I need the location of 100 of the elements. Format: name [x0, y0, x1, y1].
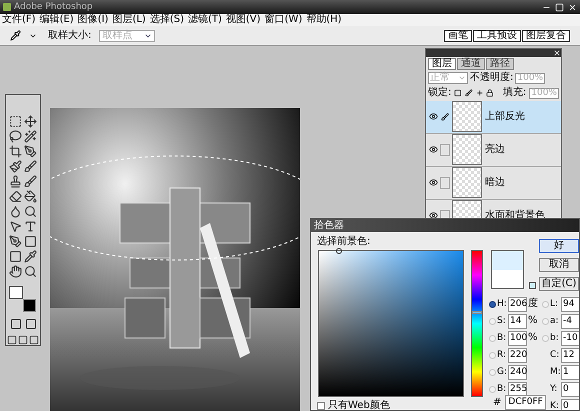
hand-icon[interactable]	[9, 265, 22, 278]
dialog-title: 拾色器	[314, 220, 344, 230]
field-label: B:	[497, 384, 507, 394]
unit-label: 度	[528, 299, 538, 309]
lock-transparency-icon[interactable]	[454, 89, 462, 98]
drop-icon[interactable]	[9, 205, 22, 218]
color-preview	[491, 250, 524, 289]
layer-row[interactable]: 亮边	[426, 134, 561, 167]
value-field[interactable]: 1	[561, 364, 579, 380]
eye-icon[interactable]	[428, 211, 438, 220]
sample-size-label: 取样大小:	[48, 30, 92, 40]
crop-icon[interactable]	[9, 145, 22, 158]
pointer-icon[interactable]	[9, 220, 22, 233]
lock-label: 锁定:	[428, 88, 452, 98]
hue-slider[interactable]	[471, 250, 483, 397]
layer-thumbnail	[452, 167, 482, 198]
marquee-icon[interactable]	[9, 115, 22, 128]
menu-item[interactable]: 帮助(H)	[306, 15, 342, 25]
menu-item[interactable]: 窗口(W)	[264, 15, 302, 25]
field-label: b:	[550, 334, 560, 342]
field-label: a:	[550, 316, 560, 326]
field-label: K:	[550, 402, 560, 410]
unit-label: %	[528, 316, 538, 326]
standard-mode-icon[interactable]	[10, 318, 22, 330]
field-label: G:	[497, 368, 507, 376]
palette-well-tab[interactable]: 图层复合	[522, 30, 570, 42]
screen-mode-icon[interactable]	[7, 335, 17, 345]
value-field[interactable]: -10	[561, 330, 579, 346]
value-field[interactable]: 255	[508, 382, 527, 396]
wand-icon[interactable]	[24, 130, 37, 143]
field-label: Y:	[550, 384, 558, 394]
lock-brush-icon[interactable]	[465, 89, 473, 98]
value-field[interactable]: 0	[561, 382, 579, 396]
full-screen-menu-icon[interactable]	[18, 335, 28, 345]
eye-icon[interactable]	[428, 178, 438, 188]
type-icon[interactable]	[24, 220, 37, 233]
color-cursor-icon[interactable]	[336, 248, 342, 254]
value-field[interactable]: 14	[508, 314, 527, 328]
slider-thumb[interactable]	[472, 311, 482, 314]
unit-label: %	[528, 333, 538, 343]
hex-field[interactable]: DCF0FF	[505, 395, 546, 410]
panel-tab[interactable]: 通道	[457, 58, 485, 70]
layer-name: 暗边	[485, 178, 505, 188]
lock-position-icon[interactable]	[476, 89, 484, 98]
pen-icon[interactable]	[9, 235, 22, 248]
dialog-button[interactable]: 取消	[539, 258, 579, 272]
color-field[interactable]	[318, 250, 464, 397]
panel-tab[interactable]: 路径	[486, 58, 514, 70]
eraser-icon[interactable]	[9, 190, 22, 203]
field-label: L:	[550, 300, 560, 308]
eye-icon[interactable]	[428, 145, 438, 154]
menu-item[interactable]: 图像(I)	[78, 15, 108, 25]
eye-icon[interactable]	[428, 112, 438, 122]
rectangle-icon[interactable]	[24, 235, 37, 248]
stamp-icon[interactable]	[9, 175, 22, 188]
move-icon[interactable]	[24, 115, 37, 128]
close-icon[interactable]	[568, 2, 577, 12]
value-field[interactable]: 220	[508, 348, 527, 362]
dialog-button[interactable]: 好	[539, 239, 579, 253]
dialog-button[interactable]: 自定(C)	[539, 277, 579, 291]
layer-row[interactable]: 上部反光	[426, 100, 561, 134]
quick-mask-icon[interactable]	[24, 318, 36, 330]
palette-well-tab[interactable]: 画笔	[444, 30, 472, 42]
layer-thumbnail	[452, 101, 482, 132]
foreground-color-swatch[interactable]	[9, 286, 23, 299]
brush-icon[interactable]	[24, 160, 37, 173]
layer-name: 亮边	[485, 144, 505, 155]
full-screen-icon[interactable]	[29, 335, 39, 345]
eyedropper-icon[interactable]	[24, 250, 37, 263]
brush-link-icon[interactable]	[440, 110, 450, 123]
maximize-icon[interactable]	[555, 2, 564, 12]
value-field[interactable]: 240	[508, 364, 527, 380]
value-field[interactable]: 100	[508, 330, 527, 346]
menu-item[interactable]: 选择(S)	[150, 15, 184, 25]
menu-item[interactable]: 视图(V)	[226, 15, 261, 25]
eyedropper-icon[interactable]	[10, 30, 21, 41]
lock-all-icon[interactable]	[486, 89, 494, 98]
value-field[interactable]: 0	[561, 398, 579, 410]
hex-label: #	[493, 398, 502, 408]
background-color-swatch[interactable]	[23, 299, 36, 312]
panel-tab[interactable]: 图层	[428, 58, 456, 70]
value-field[interactable]: 12	[561, 348, 579, 362]
menu-item[interactable]: 图层(L)	[112, 15, 146, 25]
zoom-icon[interactable]	[24, 265, 37, 278]
value-field[interactable]: -4	[561, 314, 579, 328]
field-label: R:	[497, 350, 507, 360]
menu-item[interactable]: 文件(F)	[2, 15, 36, 25]
menu-item[interactable]: 滤镜(T)	[188, 15, 222, 25]
value-field[interactable]: 94	[561, 296, 579, 312]
layer-thumbnail	[452, 134, 482, 166]
palette-well-tab[interactable]: 工具预设	[473, 30, 521, 42]
radio-button[interactable]	[489, 300, 496, 308]
checkbox-label: 只有Web颜色	[328, 401, 390, 410]
menu-item[interactable]: 编辑(E)	[40, 15, 74, 25]
checkbox[interactable]	[317, 402, 325, 410]
lasso-icon[interactable]	[9, 130, 22, 143]
prompt-label: 选择前景色:	[317, 237, 370, 247]
close-icon[interactable]	[553, 49, 561, 57]
layer-row[interactable]: 暗边	[426, 166, 561, 200]
value-field[interactable]: 206	[508, 296, 527, 312]
